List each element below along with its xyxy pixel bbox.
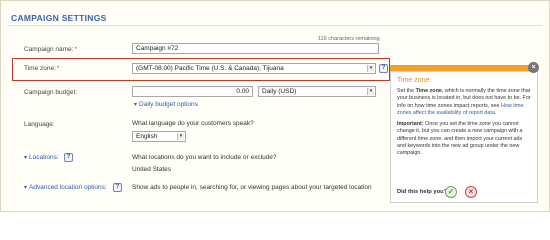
callout-paragraph-1: Set the Time zone, which is normally the… (397, 88, 531, 117)
chevron-down-icon: ▾ (24, 155, 28, 161)
locations-value: United States (132, 166, 172, 173)
time-zone-help-callout: Time zone Set the Time zone, which is no… (390, 71, 538, 203)
callout-title: Time zone (397, 77, 430, 84)
callout-bold: Time zone (415, 88, 442, 94)
chevron-down-icon: ▾ (367, 88, 374, 95)
daily-budget-options-text: Daily budget options (139, 101, 198, 108)
campaign-name-label: Campaign name:* (24, 46, 77, 53)
chevron-down-icon: ▾ (24, 185, 28, 191)
chevron-down-icon: ▾ (134, 102, 138, 108)
title-divider (8, 25, 542, 26)
budget-amount-input[interactable]: 0.00 (132, 86, 253, 97)
callout-bold: Important: (397, 121, 424, 128)
chevron-down-icon: ▾ (367, 65, 374, 72)
chevron-down-icon: ▾ (177, 133, 184, 140)
advanced-location-description: Show ads to people in, searching for, or… (132, 184, 372, 191)
callout-text: Set the (397, 88, 416, 94)
daily-budget-options-link[interactable]: ▾ Daily budget options (134, 101, 198, 108)
language-label: Language: (24, 121, 55, 128)
required-mark: * (74, 46, 78, 53)
required-mark: * (56, 65, 60, 72)
callout-text: . (494, 109, 497, 116)
question-icon[interactable]: ? (64, 153, 73, 162)
locations-toggle[interactable]: ▾ Locations: (24, 154, 59, 161)
budget-label: Campaign budget: (24, 89, 78, 96)
close-icon[interactable]: × (528, 62, 539, 73)
campaign-name-input[interactable]: Campaign #72 (132, 43, 379, 54)
advanced-location-options-toggle[interactable]: ▾ Advanced location options: (24, 184, 107, 191)
time-zone-select[interactable]: (GMT-08:00) Pacific Time (U.S. & Canada)… (132, 63, 376, 74)
time-zone-label: Time zone:* (24, 65, 59, 72)
time-zone-value: (GMT-08:00) Pacific Time (U.S. & Canada)… (136, 65, 284, 72)
language-select[interactable]: English ▾ (132, 131, 186, 142)
campaign-name-label-text: Campaign name: (24, 46, 74, 53)
helpful-prompt: Did this help you? (397, 189, 448, 195)
page-title: CAMPAIGN SETTINGS (11, 13, 107, 23)
question-icon[interactable]: ? (379, 64, 388, 73)
question-icon[interactable]: ? (113, 183, 122, 192)
helpful-no-button[interactable]: × (465, 186, 477, 198)
locations-label: Locations: (29, 154, 59, 161)
callout-paragraph-2: Important: Once you set the time zone yo… (397, 121, 531, 157)
language-value: English (136, 133, 158, 140)
language-question: What language do your customers speak? (132, 120, 254, 127)
budget-period-value: Daily (USD) (262, 88, 297, 95)
chars-remaining: 116 characters remaining (318, 36, 380, 42)
advanced-location-options-label: Advanced location options: (29, 184, 107, 191)
budget-period-select[interactable]: Daily (USD) ▾ (258, 86, 376, 97)
helpful-yes-button[interactable]: ✓ (445, 186, 457, 198)
time-zone-label-text: Time zone: (24, 65, 56, 72)
locations-question: What locations do you want to include or… (132, 154, 277, 161)
